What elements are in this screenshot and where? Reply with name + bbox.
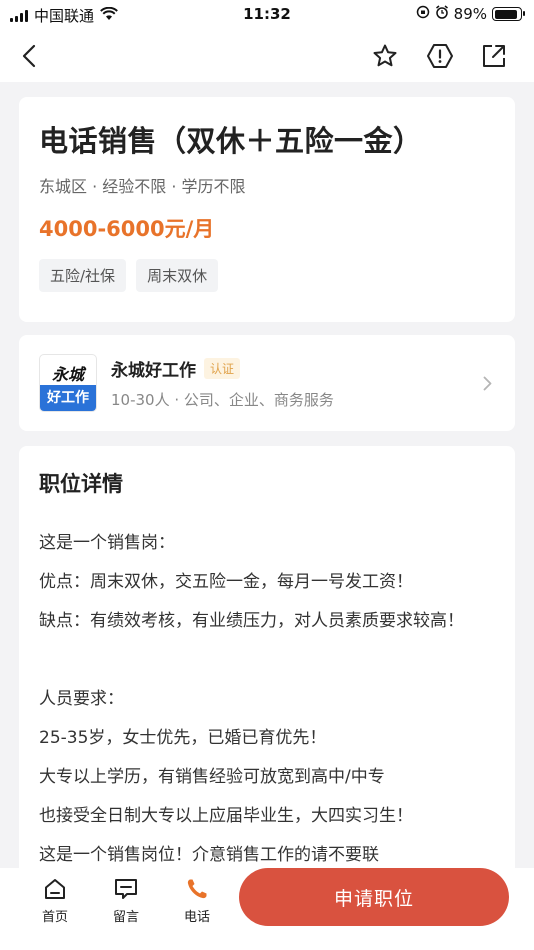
chevron-right-icon (479, 375, 495, 391)
detail-title: 职位详情 (39, 472, 123, 496)
detail-line: 人员要求： (39, 689, 124, 709)
detail-line (39, 649, 495, 688)
nav-bar (0, 30, 534, 82)
report-button[interactable] (423, 39, 457, 73)
phone-button[interactable]: 电话 (177, 874, 217, 925)
apply-button[interactable]: 申请职位 (239, 868, 509, 926)
battery-percent: 89% (453, 5, 487, 23)
company-name-row: 永城好工作 认证 (111, 356, 479, 381)
benefit-tags: 五险/社保 周末双休 (39, 259, 495, 292)
company-card[interactable]: 永城 好工作 永城好工作 认证 10-30人 · 公司、企业、商务服务 (19, 335, 515, 431)
home-button[interactable]: 首页 (35, 874, 75, 925)
bottom-action-bar: 首页 留言 电话 申请职位 (0, 868, 534, 950)
job-meta: 东城区 · 经验不限 · 学历不限 (39, 177, 246, 196)
message-button[interactable]: 留言 (106, 874, 146, 925)
report-icon (427, 44, 453, 68)
tag-social-insurance: 五险/社保 (39, 259, 127, 292)
phone-icon (177, 874, 217, 904)
company-name: 永城好工作 (111, 361, 196, 381)
message-icon (106, 874, 146, 904)
salary: 4000-6000元/月 (39, 217, 215, 241)
detail-line: 25-35岁，女士优先，已婚已育优先！ (39, 728, 327, 748)
detail-line: 优点：周末双休，交五险一金，每月一号发工资！ (39, 572, 413, 592)
company-info: 永城好工作 认证 10-30人 · 公司、企业、商务服务 (111, 356, 479, 410)
job-detail-card: 职位详情 这是一个销售岗： 优点：周末双休，交五险一金，每月一号发工资！ 缺点：… (19, 446, 515, 876)
share-icon (483, 45, 505, 67)
orientation-lock-icon (416, 5, 430, 23)
back-icon (22, 44, 36, 68)
battery-icon (492, 7, 525, 21)
alarm-icon (435, 5, 449, 23)
tag-weekend-off: 周末双休 (136, 259, 219, 292)
status-right: 89% (416, 5, 525, 23)
back-button[interactable] (12, 39, 46, 73)
company-logo-text: 永城 (51, 365, 84, 384)
favorite-button[interactable] (368, 39, 402, 73)
detail-line: 缺点：有绩效考核，有业绩压力，对人员素质要求较高！ (39, 611, 464, 631)
status-bar: 中国联通 11:32 89% (0, 0, 534, 30)
phone-label: 电话 (183, 910, 210, 925)
detail-line: 这是一个销售岗： (39, 533, 175, 553)
share-button[interactable] (477, 39, 511, 73)
home-icon (35, 874, 75, 904)
company-logo: 永城 好工作 (39, 354, 97, 412)
job-title: 电话销售（双休＋五险一金） (39, 124, 423, 158)
star-icon (373, 44, 397, 67)
detail-line: 也接受全日制大专以上应届毕业生，大四实习生！ (39, 806, 413, 826)
detail-line: 大专以上学历，有销售经验可放宽到高中/中专 (39, 767, 385, 787)
home-label: 首页 (41, 910, 68, 925)
detail-body: 这是一个销售岗： 优点：周末双休，交五险一金，每月一号发工资！ 缺点：有绩效考核… (39, 532, 495, 876)
message-label: 留言 (112, 910, 139, 925)
company-meta: 10-30人 · 公司、企业、商务服务 (111, 391, 334, 409)
company-logo-banner: 好工作 (40, 385, 96, 411)
job-summary-card: 电话销售（双休＋五险一金） 东城区 · 经验不限 · 学历不限 4000-600… (19, 97, 515, 322)
certified-badge: 认证 (204, 358, 241, 379)
